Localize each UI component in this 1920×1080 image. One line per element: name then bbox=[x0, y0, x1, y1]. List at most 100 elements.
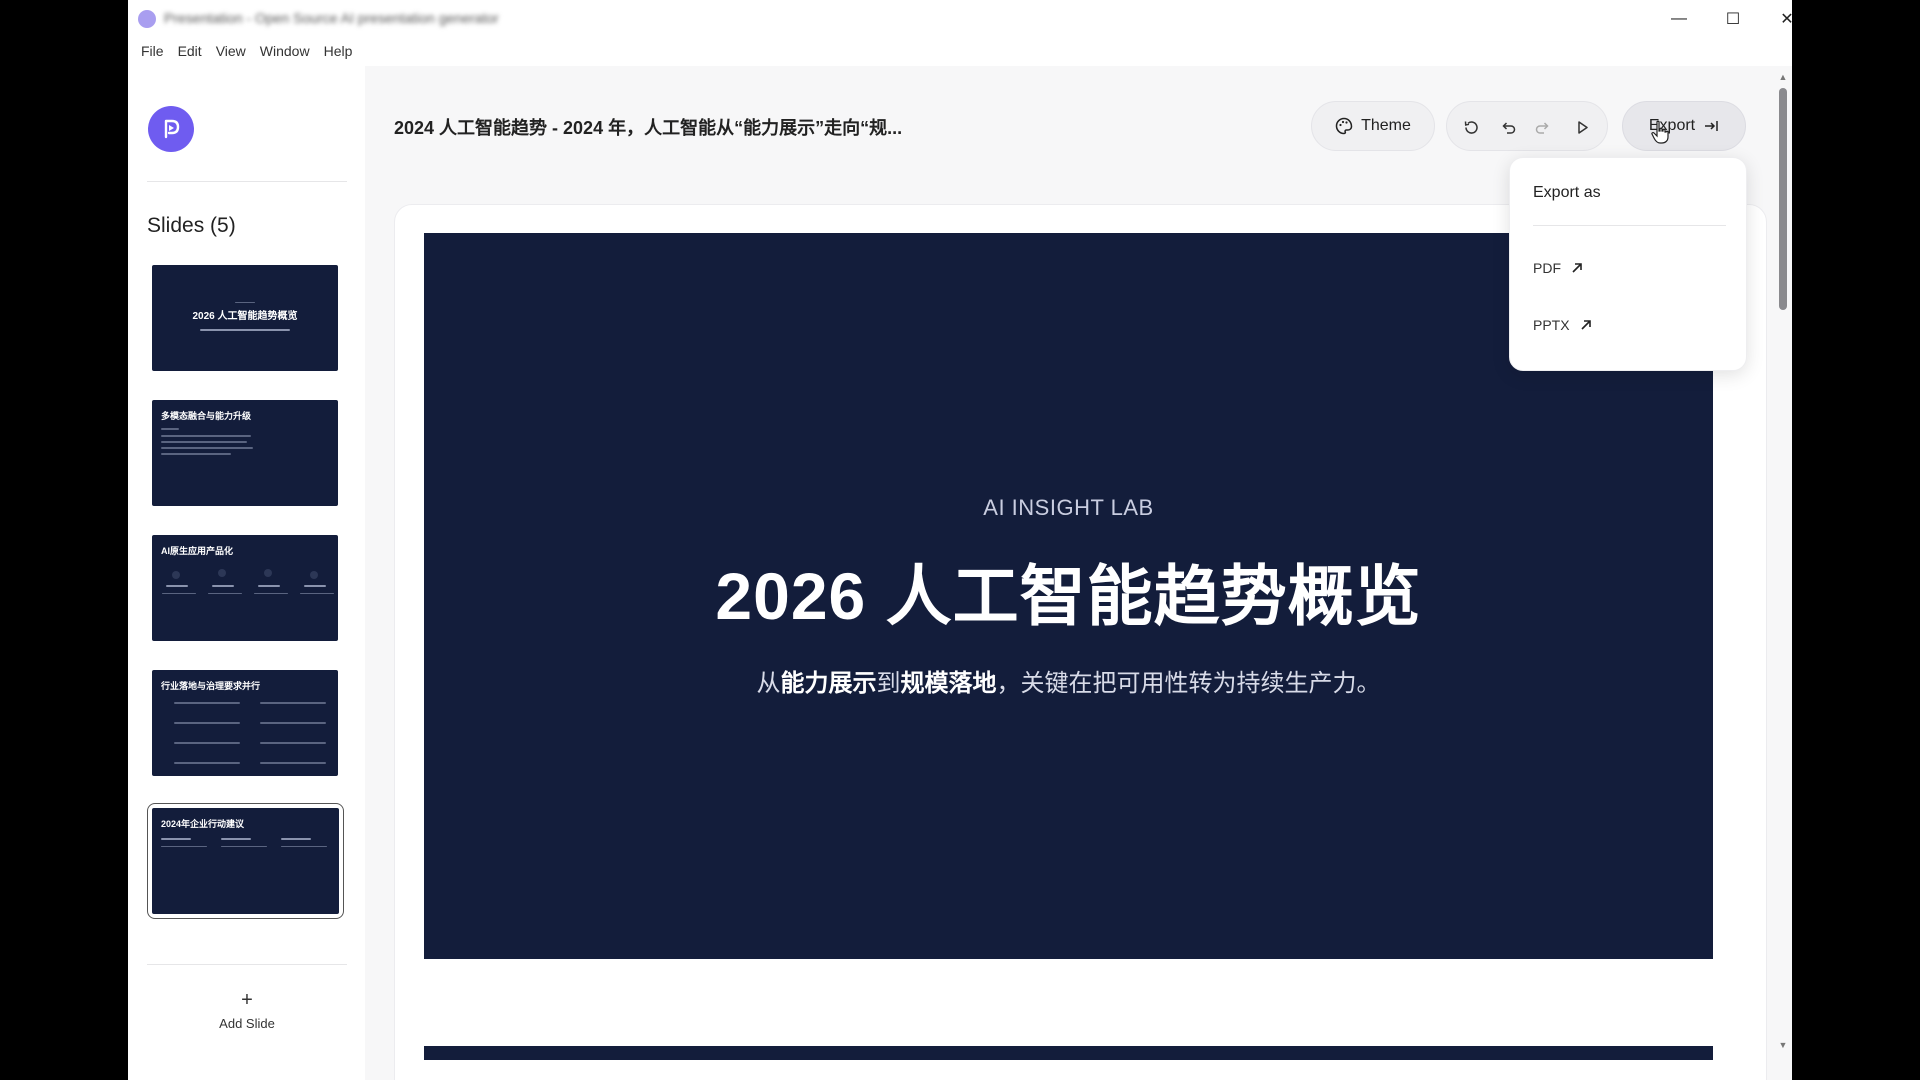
history-toolbar bbox=[1446, 101, 1608, 151]
thumb-text-line bbox=[161, 846, 207, 847]
subtitle-text: ，关键在把可用性转为持续生产力。 bbox=[996, 670, 1381, 697]
slide-title[interactable]: 2026 人工智能趋势概览 bbox=[424, 543, 1713, 639]
menu-help[interactable]: Help bbox=[317, 38, 360, 66]
thumbnail-title: 行业落地与治理要求并行 bbox=[161, 681, 261, 691]
thumb-text-line bbox=[174, 762, 240, 764]
export-pptx-option[interactable]: PPTX bbox=[1533, 317, 1592, 333]
slide-eyebrow[interactable]: AI INSIGHT LAB bbox=[424, 495, 1713, 521]
menu-file[interactable]: File bbox=[134, 38, 171, 66]
app-window: Presentation - Open Source AI presentati… bbox=[128, 0, 1792, 1080]
export-arrow-icon bbox=[1705, 121, 1718, 131]
thumb-text-line bbox=[161, 447, 253, 449]
play-icon bbox=[1577, 120, 1588, 134]
slide-subtitle[interactable]: 从能力展示到规模落地，关键在把可用性转为持续生产力。 bbox=[424, 663, 1713, 698]
thumbnail-title: 多模态融合与能力升级 bbox=[161, 411, 252, 421]
thumb-text-line bbox=[258, 585, 280, 587]
theme-label: Theme bbox=[1361, 117, 1411, 134]
redo-icon bbox=[1535, 121, 1549, 134]
export-pdf-option[interactable]: PDF bbox=[1533, 260, 1583, 276]
thumb-step-dot bbox=[172, 571, 180, 579]
thumb-step-dot bbox=[218, 569, 226, 577]
thumb-text-line bbox=[174, 722, 240, 724]
export-dropdown: Export as PDF PPTX bbox=[1509, 157, 1747, 371]
minimize-icon: — bbox=[1671, 10, 1687, 27]
slide-thumbnail-3[interactable]: AI原生应用产品化 bbox=[150, 533, 340, 643]
thumb-text-line bbox=[235, 302, 255, 303]
export-option-label: PDF bbox=[1533, 260, 1561, 276]
sidebar-divider bbox=[147, 964, 347, 965]
thumb-text-line bbox=[162, 593, 196, 594]
thumb-text-line bbox=[161, 428, 179, 430]
slide-thumbnail-4[interactable]: 行业落地与治理要求并行 bbox=[150, 668, 340, 778]
thumb-text-line bbox=[208, 593, 242, 594]
subtitle-emphasis: 规模落地 bbox=[900, 670, 997, 697]
thumbnail-preview: 2026 人工智能趋势概览 bbox=[152, 265, 338, 371]
thumbnail-preview: 多模态融合与能力升级 bbox=[152, 400, 338, 506]
menu-view[interactable]: View bbox=[209, 38, 253, 66]
document-title: 2024 人工智能趋势 - 2024 年，人工智能从“能力展示”走向“规... bbox=[394, 118, 903, 138]
add-slide-label: Add Slide bbox=[219, 1016, 275, 1031]
maximize-button[interactable]: ☐ bbox=[1710, 4, 1756, 34]
thumb-text-line bbox=[161, 441, 247, 443]
thumbnail-title: AI原生应用产品化 bbox=[161, 546, 234, 556]
subtitle-emphasis: 能力展示 bbox=[780, 670, 877, 697]
thumb-text-line bbox=[260, 722, 326, 724]
logo-icon bbox=[164, 119, 180, 139]
thumb-text-line bbox=[161, 435, 251, 437]
thumbnail-preview: 2024年企业行动建议 bbox=[152, 808, 339, 914]
export-heading: Export as bbox=[1533, 184, 1601, 201]
app-icon bbox=[138, 10, 156, 28]
add-slide-button[interactable]: + Add Slide bbox=[188, 990, 306, 1040]
scroll-up-icon[interactable]: ▲ bbox=[1777, 72, 1789, 82]
minimize-button[interactable]: — bbox=[1656, 4, 1702, 34]
thumb-step-dot bbox=[264, 569, 272, 577]
thumb-text-line bbox=[281, 838, 311, 840]
thumb-text-line bbox=[161, 453, 231, 455]
arrow-up-right-icon bbox=[1572, 263, 1582, 273]
mouse-cursor-icon bbox=[1651, 120, 1669, 144]
thumb-text-line bbox=[212, 585, 234, 587]
thumb-text-line bbox=[166, 585, 188, 587]
thumbnail-preview: 行业落地与治理要求并行 bbox=[152, 670, 338, 776]
menu-edit[interactable]: Edit bbox=[171, 38, 209, 66]
thumb-text-line bbox=[174, 742, 240, 744]
close-icon: ✕ bbox=[1780, 11, 1792, 28]
thumb-text-line bbox=[304, 585, 326, 587]
thumb-step-dot bbox=[310, 571, 318, 579]
undo-icon bbox=[1501, 121, 1515, 134]
next-slide-preview[interactable] bbox=[424, 1046, 1713, 1060]
window-title: Presentation - Open Source AI presentati… bbox=[164, 10, 499, 26]
slides-heading: Slides (5) bbox=[147, 214, 236, 237]
export-option-label: PPTX bbox=[1533, 317, 1570, 333]
refresh-icon bbox=[1464, 120, 1478, 134]
subtitle-text: 从 bbox=[756, 670, 781, 697]
menu-bar: File Edit View Window Help bbox=[128, 38, 1792, 66]
thumb-text-line bbox=[254, 593, 288, 594]
slide-thumbnail-1[interactable]: 2026 人工智能趋势概览 bbox=[150, 263, 340, 373]
thumbnail-preview: AI原生应用产品化 bbox=[152, 535, 338, 641]
theme-button[interactable]: Theme bbox=[1311, 101, 1435, 151]
export-divider bbox=[1533, 225, 1726, 226]
thumb-text-line bbox=[221, 846, 267, 847]
scroll-down-icon[interactable]: ▼ bbox=[1777, 1040, 1789, 1050]
thumb-text-line bbox=[221, 838, 251, 840]
slide-thumbnail-2[interactable]: 多模态融合与能力升级 bbox=[150, 398, 340, 508]
refresh-button[interactable] bbox=[1459, 115, 1483, 139]
thumb-text-line bbox=[161, 838, 191, 840]
thumbnail-title: 2026 人工智能趋势概览 bbox=[192, 311, 298, 322]
undo-button[interactable] bbox=[1495, 115, 1519, 139]
redo-button[interactable] bbox=[1531, 115, 1555, 139]
maximize-icon: ☐ bbox=[1725, 11, 1741, 28]
scrollbar-thumb[interactable] bbox=[1779, 88, 1787, 310]
thumb-text-line bbox=[260, 702, 326, 704]
slide-thumbnail-5[interactable]: 2024年企业行动建议 bbox=[147, 803, 344, 919]
subtitle-text: 到 bbox=[876, 670, 901, 697]
menu-window[interactable]: Window bbox=[253, 38, 317, 66]
present-button[interactable] bbox=[1570, 115, 1594, 139]
arrow-up-right-icon bbox=[1581, 320, 1591, 330]
app-logo[interactable] bbox=[148, 106, 194, 152]
export-button[interactable]: Export bbox=[1622, 101, 1746, 151]
thumbnail-title: 2024年企业行动建议 bbox=[161, 819, 245, 829]
close-button[interactable]: ✕ bbox=[1764, 4, 1792, 34]
thumb-text-line bbox=[300, 593, 334, 594]
